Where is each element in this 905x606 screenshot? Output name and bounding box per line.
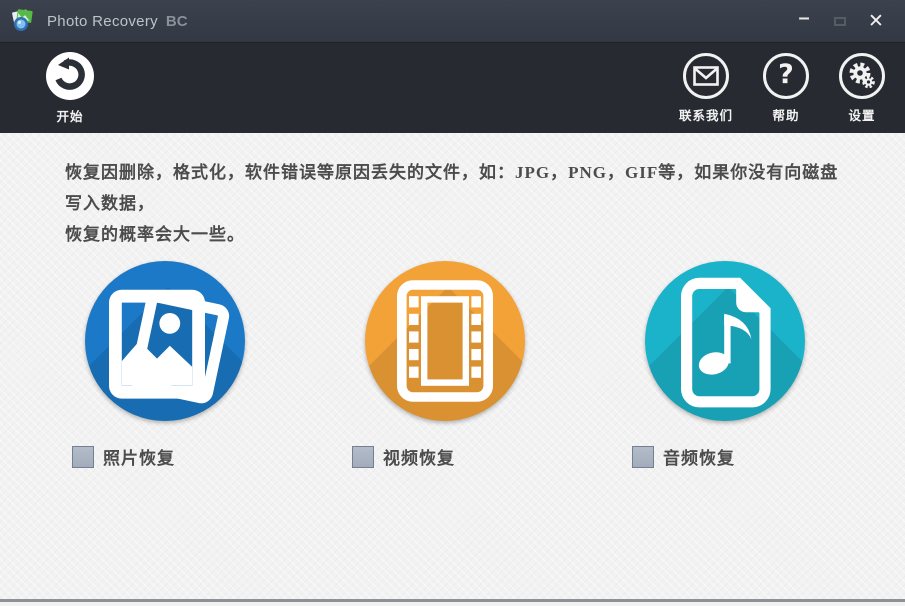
- contact-us-label: 联系我们: [679, 105, 733, 124]
- mode-audio: 音频恢复: [632, 261, 882, 469]
- close-button[interactable]: ✕: [865, 9, 887, 35]
- window-title: Photo Recovery: [47, 13, 158, 30]
- toolbar: 开始 联系我们 ? 帮助: [0, 43, 905, 133]
- music-file-glyph: [645, 261, 805, 421]
- titlebar: Photo Recovery BC – ✕: [0, 0, 905, 43]
- photo-recovery-icon[interactable]: [85, 261, 245, 421]
- toolbar-right-group: 联系我们 ? 帮助: [679, 43, 885, 133]
- settings-label: 设置: [848, 105, 875, 124]
- question-mark-icon: ?: [763, 53, 809, 99]
- photo-recovery-option[interactable]: 照片恢复: [72, 444, 322, 469]
- start-scan-icon: [46, 52, 94, 100]
- maximize-button[interactable]: [829, 9, 851, 35]
- audio-recovery-option[interactable]: 音频恢复: [632, 444, 882, 469]
- window-bottom-edge: [0, 599, 905, 602]
- app-window: Photo Recovery BC – ✕ 开始: [0, 0, 905, 606]
- start-button-label: 开始: [56, 106, 83, 125]
- audio-recovery-checkbox[interactable]: [632, 446, 654, 468]
- description-line1: 恢复因删除，格式化，软件错误等原因丢失的文件，如：JPG，PNG，GIF等，如果…: [65, 157, 845, 219]
- mode-video: 视频恢复: [352, 261, 602, 469]
- film-glyph: [365, 261, 525, 421]
- minimize-button[interactable]: –: [793, 9, 815, 35]
- description-line2: 恢复的概率会大一些。: [65, 219, 845, 250]
- app-logo-icon: [10, 8, 38, 34]
- video-recovery-checkbox[interactable]: [352, 446, 374, 468]
- gear-icon: [839, 53, 885, 99]
- window-controls: – ✕: [793, 0, 887, 43]
- audio-recovery-icon[interactable]: [645, 261, 805, 421]
- video-recovery-label: 视频恢复: [383, 444, 455, 469]
- main-content: 恢复因删除，格式化，软件错误等原因丢失的文件，如：JPG，PNG，GIF等，如果…: [0, 133, 905, 602]
- photo-recovery-checkbox[interactable]: [72, 446, 94, 468]
- start-button[interactable]: 开始: [46, 52, 94, 125]
- help-label: 帮助: [772, 105, 799, 124]
- contact-us-button[interactable]: 联系我们: [679, 53, 733, 124]
- window-title-edition: BC: [166, 13, 188, 30]
- photo-glyph: [85, 261, 245, 421]
- help-button[interactable]: ? 帮助: [763, 53, 809, 124]
- audio-recovery-label: 音频恢复: [663, 444, 735, 469]
- settings-button[interactable]: 设置: [839, 53, 885, 124]
- video-recovery-icon[interactable]: [365, 261, 525, 421]
- photo-recovery-label: 照片恢复: [103, 444, 175, 469]
- mode-photo: 照片恢复: [72, 261, 322, 469]
- video-recovery-option[interactable]: 视频恢复: [352, 444, 602, 469]
- maximize-icon: [834, 17, 846, 26]
- envelope-icon: [683, 53, 729, 99]
- description-text: 恢复因删除，格式化，软件错误等原因丢失的文件，如：JPG，PNG，GIF等，如果…: [0, 133, 905, 250]
